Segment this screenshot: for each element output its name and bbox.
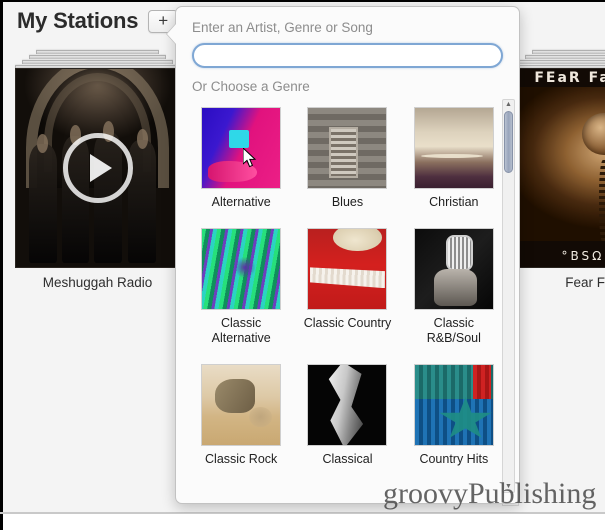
genre-thumbnail[interactable] <box>307 364 388 446</box>
genre-label: Country Hits <box>419 452 489 466</box>
genre-thumbnail[interactable] <box>413 364 494 446</box>
genre-scroll-area: Alternative Blues Christian Classic Alterna… <box>184 99 511 497</box>
genre-tile[interactable]: Classical <box>294 364 400 467</box>
scrollbar-thumb[interactable] <box>504 111 513 173</box>
genre-thumbnail[interactable] <box>413 107 494 189</box>
station-artwork: FEaR FaCTORY °BSΩLETE <box>511 68 605 268</box>
genre-label: Classic Alternative <box>211 316 271 345</box>
genre-tile[interactable]: Country Hits <box>401 364 507 467</box>
genre-tile[interactable]: Blues <box>294 107 400 210</box>
genre-thumbnail[interactable] <box>201 228 282 310</box>
spine-graphic <box>598 160 605 244</box>
genre-label: Classic R&B/Soul <box>426 316 481 345</box>
genre-list-scrollbar[interactable]: ▲ ▼ <box>502 99 515 493</box>
station-card-fear-factory[interactable]: FEaR FaCTORY °BSΩLETE Fear Factory <box>511 50 605 290</box>
station-stack-decoration <box>511 50 605 69</box>
album-art-inner <box>518 87 605 241</box>
station-card-meshuggah[interactable]: Meshuggah Radio <box>15 50 180 290</box>
scroll-up-icon[interactable]: ▲ <box>503 100 514 110</box>
genre-tile[interactable]: Classic Alternative <box>188 228 294 346</box>
genre-thumbnail[interactable] <box>307 228 388 310</box>
station-name-label: Meshuggah Radio <box>42 275 153 290</box>
search-input[interactable] <box>192 43 503 68</box>
station-stack-decoration <box>15 50 180 69</box>
genre-thumbnail[interactable] <box>307 107 388 189</box>
album-subtitle-text: °BSΩLETE <box>561 249 605 263</box>
genre-tile[interactable]: Classic R&B/Soul <box>401 228 507 346</box>
genre-label: Classic Rock <box>205 452 278 466</box>
scroll-down-icon[interactable]: ▼ <box>503 482 514 492</box>
genre-thumbnail[interactable] <box>201 364 282 446</box>
genre-tile[interactable]: Classic Country <box>294 228 400 346</box>
star-graphic <box>439 397 492 438</box>
genre-label: Blues <box>331 195 364 209</box>
genre-thumbnail[interactable] <box>201 107 282 189</box>
bottom-strip <box>0 514 605 530</box>
popup-arrow-notch <box>167 23 177 45</box>
play-icon[interactable] <box>62 133 133 203</box>
search-hint-label: Enter an Artist, Genre or Song <box>192 20 373 35</box>
genre-chooser-popup: Enter an Artist, Genre or Song Or Choose… <box>167 6 520 504</box>
pandora-app-window: My Stations + Meshuggah Radio FEaR F °BS… <box>0 0 605 530</box>
choose-genre-label: Or Choose a Genre <box>192 79 310 94</box>
genre-label: Christian <box>429 195 479 209</box>
band-figure <box>128 129 157 264</box>
genre-label: Alternative <box>211 195 271 209</box>
genre-grid: Alternative Blues Christian Classic Alterna… <box>184 99 511 467</box>
page-header: My Stations + <box>17 8 179 34</box>
genre-thumbnail[interactable] <box>413 228 494 310</box>
station-name-label: Fear Factory <box>565 275 605 290</box>
album-title-text: FEaR FaCTORY <box>534 70 605 86</box>
station-artwork <box>15 68 180 268</box>
genre-tile[interactable]: Alternative <box>188 107 294 210</box>
genre-tile[interactable]: Christian <box>401 107 507 210</box>
page-title: My Stations <box>17 8 139 33</box>
genre-tile[interactable]: Classic Rock <box>188 364 294 467</box>
main-content-pane: My Stations + Meshuggah Radio FEaR F °BS… <box>0 0 605 513</box>
genre-label: Classical <box>322 452 373 466</box>
band-figure <box>29 133 57 264</box>
genre-label: Classic Country <box>303 316 392 330</box>
search-field-wrapper <box>192 43 503 68</box>
